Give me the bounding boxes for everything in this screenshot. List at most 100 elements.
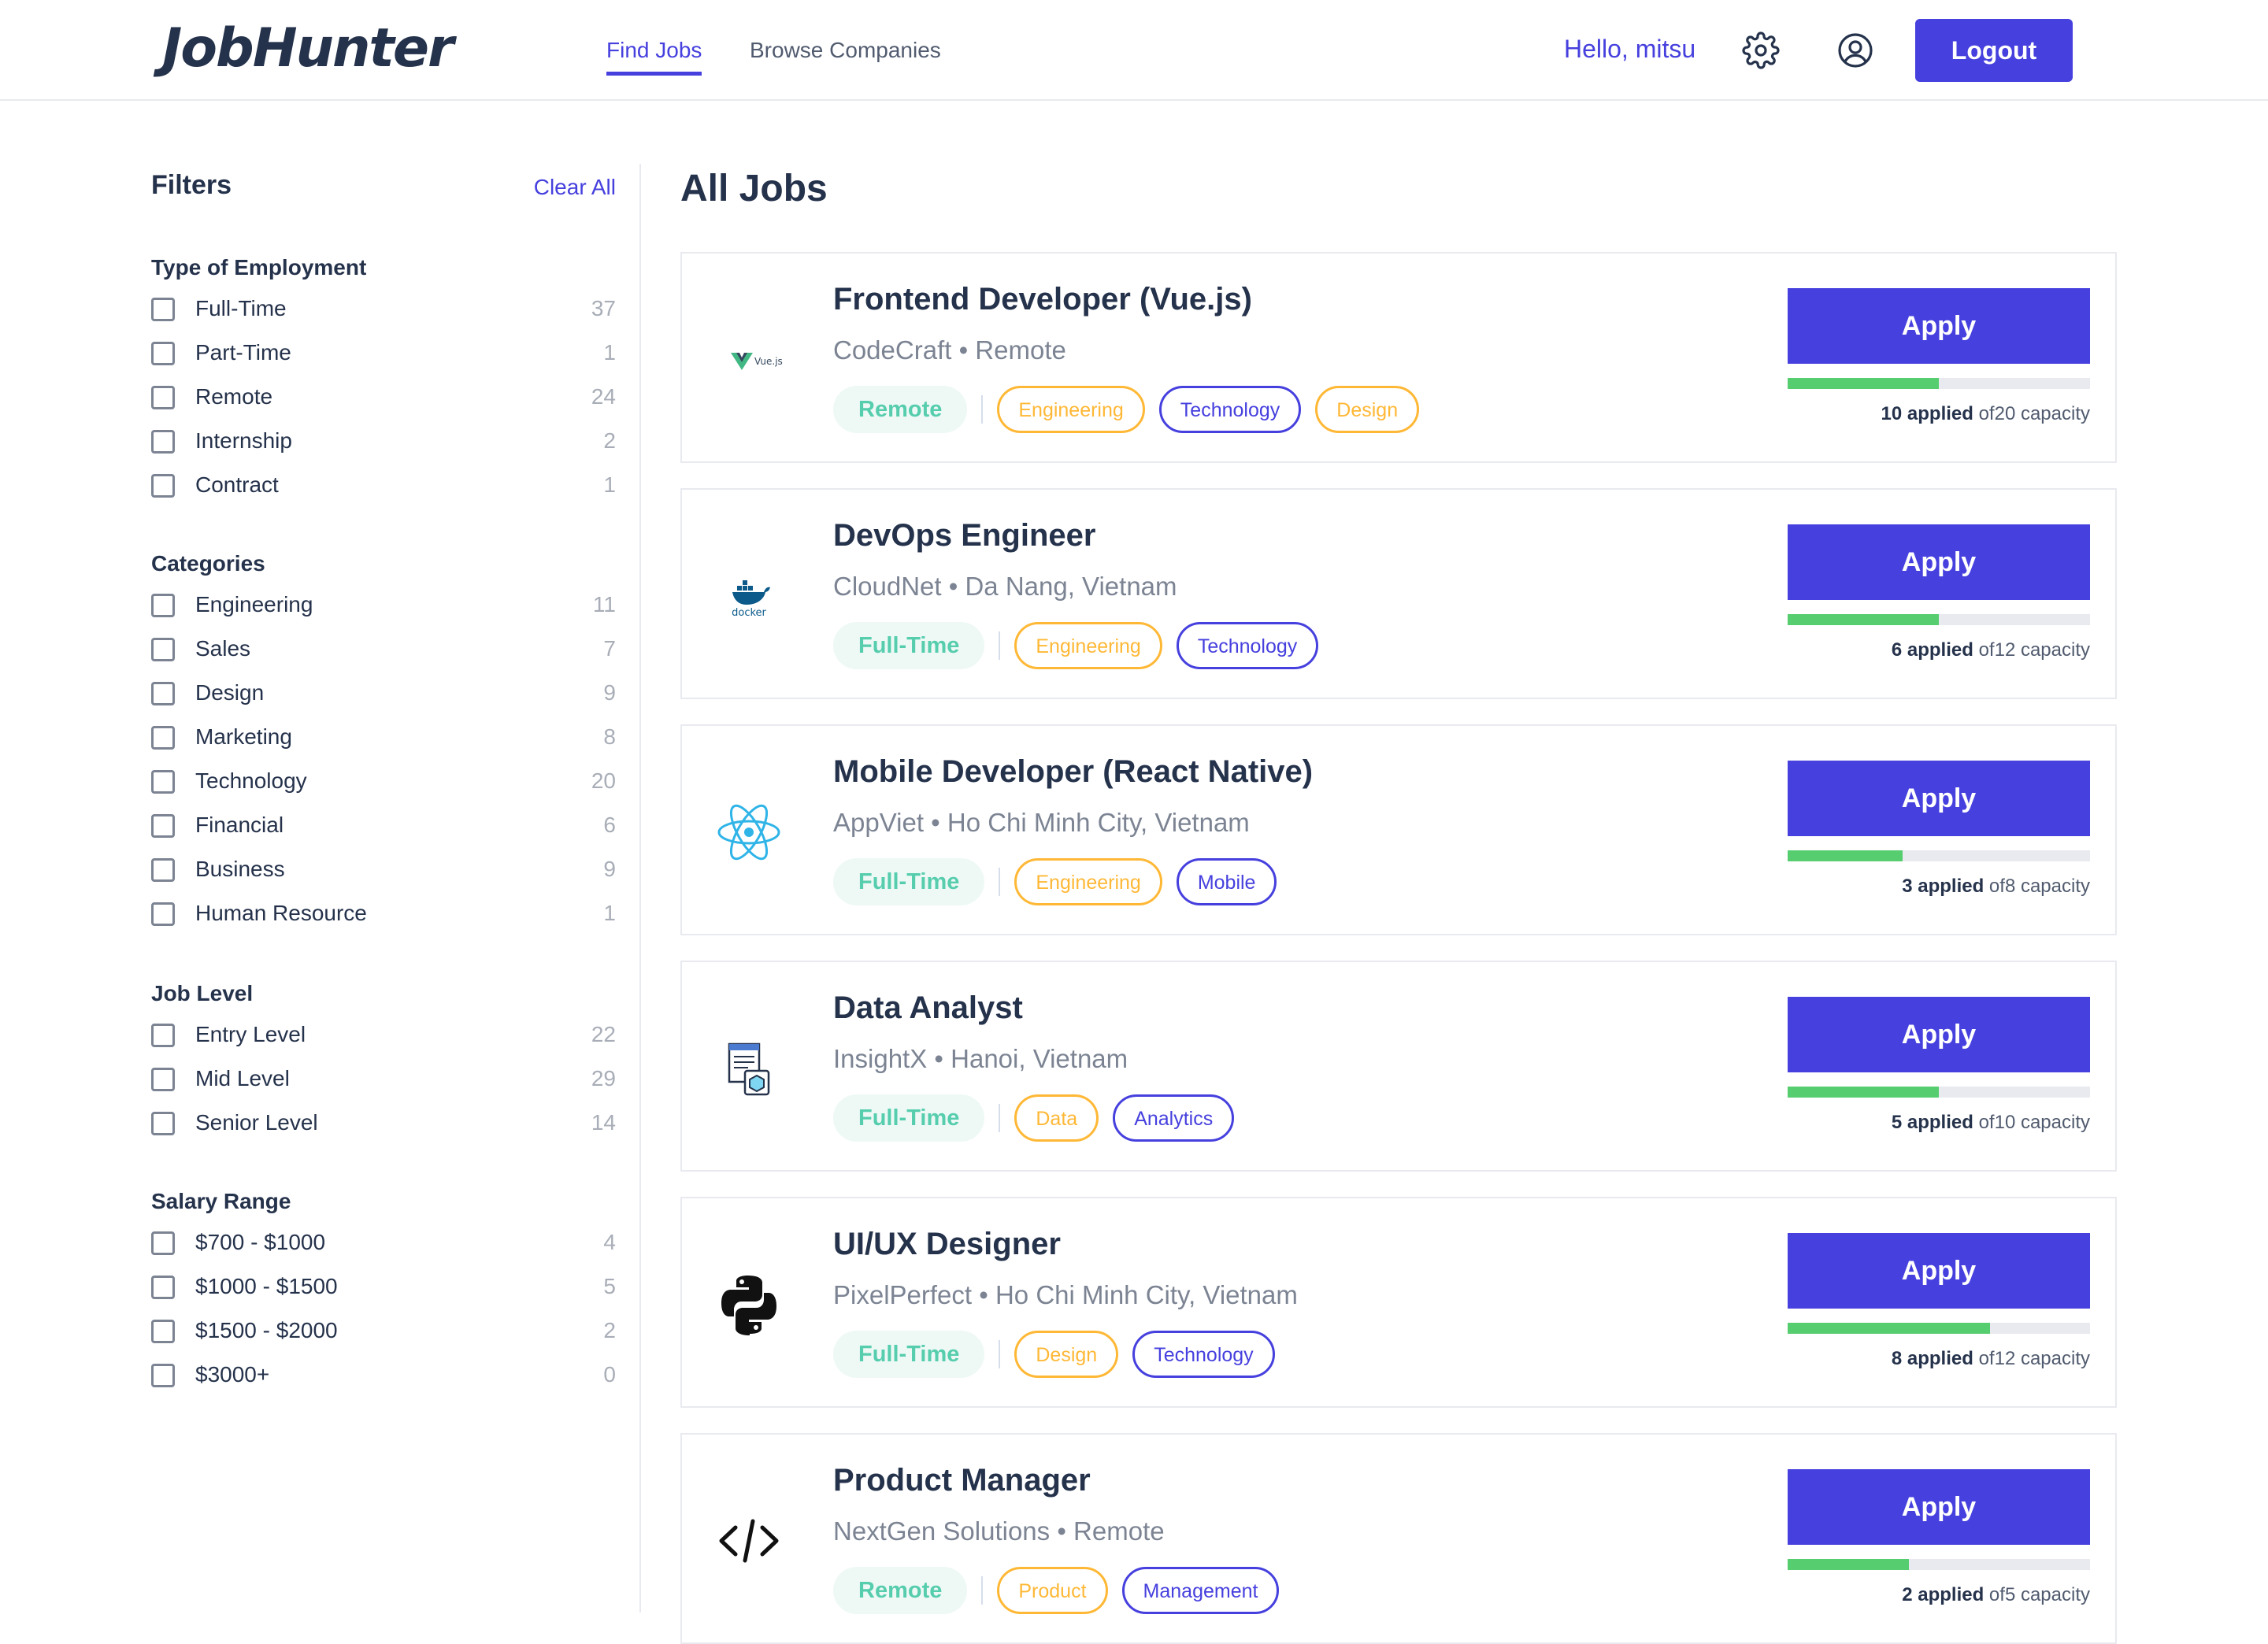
filter-checkbox[interactable]	[151, 430, 175, 454]
nav-browse-companies[interactable]: Browse Companies	[750, 38, 941, 63]
filter-option[interactable]: Sales 7	[151, 633, 616, 668]
capacity-progress-bar	[1788, 378, 2090, 389]
apply-button[interactable]: Apply	[1788, 288, 2090, 364]
job-title[interactable]: Data Analyst	[833, 990, 1023, 1026]
filter-option-count: 2	[603, 1318, 616, 1342]
filter-option[interactable]: Senior Level 14	[151, 1107, 616, 1142]
clear-all-link[interactable]: Clear All	[534, 175, 616, 200]
filter-checkbox[interactable]	[151, 814, 175, 838]
job-card[interactable]: UI/UX Designer PixelPerfect • Ho Chi Minh…	[680, 1197, 2117, 1408]
vue-logo-icon: Vue.js	[713, 324, 784, 395]
employment-type-badge: Remote	[833, 1567, 968, 1614]
filter-option[interactable]: Technology 20	[151, 765, 616, 800]
filter-option[interactable]: Internship 2	[151, 425, 616, 460]
applied-count: 10 applied	[1881, 403, 1973, 424]
filter-option-label: Financial	[195, 813, 284, 837]
filter-checkbox[interactable]	[151, 1320, 175, 1343]
job-title[interactable]: Mobile Developer (React Native)	[833, 754, 1313, 790]
filter-option[interactable]: $700 - $1000 4	[151, 1227, 616, 1261]
filter-checkbox[interactable]	[151, 386, 175, 409]
job-card[interactable]: Vue.js Frontend Developer (Vue.js) CodeCra…	[680, 252, 2117, 463]
filter-checkbox[interactable]	[151, 1276, 175, 1299]
apply-button[interactable]: Apply	[1788, 1233, 2090, 1309]
filter-option[interactable]: $3000+ 0	[151, 1359, 616, 1394]
filter-checkbox[interactable]	[151, 474, 175, 498]
filter-option[interactable]: Marketing 8	[151, 721, 616, 756]
apply-button[interactable]: Apply	[1788, 761, 2090, 836]
filter-option[interactable]: Part-Time 1	[151, 337, 616, 372]
filter-option[interactable]: Entry Level 22	[151, 1019, 616, 1053]
job-tags: Full-Time Data Analytics	[833, 1094, 1248, 1142]
apply-button[interactable]: Apply	[1788, 997, 2090, 1072]
tag-divider	[981, 1576, 984, 1605]
filter-option[interactable]: Human Resource 1	[151, 898, 616, 932]
python-logo-icon	[713, 1269, 784, 1340]
job-title[interactable]: UI/UX Designer	[833, 1227, 1061, 1262]
filter-group-title: Job Level	[151, 981, 254, 1005]
apply-button[interactable]: Apply	[1788, 524, 2090, 600]
filter-checkbox[interactable]	[151, 594, 175, 617]
job-tags: Remote Engineering Technology Design	[833, 386, 1433, 433]
category-tag: Design	[1014, 1331, 1119, 1378]
filter-option-count: 6	[603, 813, 616, 837]
filter-option-label: Senior Level	[195, 1110, 318, 1135]
capacity-total: of12 capacity	[1978, 639, 2090, 661]
filter-option[interactable]: Engineering 11	[151, 589, 616, 624]
job-title[interactable]: DevOps Engineer	[833, 518, 1095, 554]
logout-button[interactable]: Logout	[1915, 19, 2073, 82]
filter-option[interactable]: Contract 1	[151, 469, 616, 504]
filter-option[interactable]: Business 9	[151, 853, 616, 888]
job-company-location: CodeCraft • Remote	[833, 335, 1066, 365]
filter-option[interactable]: Full-Time 37	[151, 293, 616, 328]
job-tags: Full-Time Engineering Mobile	[833, 858, 1291, 905]
filter-checkbox[interactable]	[151, 770, 175, 794]
filter-checkbox[interactable]	[151, 682, 175, 705]
job-company-location: CloudNet • Da Nang, Vietnam	[833, 572, 1177, 601]
filter-option[interactable]: Mid Level 29	[151, 1063, 616, 1098]
nav-find-jobs[interactable]: Find Jobs	[606, 38, 702, 76]
filter-checkbox[interactable]	[151, 858, 175, 882]
job-title[interactable]: Product Manager	[833, 1463, 1091, 1498]
gear-icon[interactable]	[1742, 31, 1780, 69]
user-circle-icon[interactable]	[1836, 31, 1874, 69]
category-tag: Technology	[1158, 386, 1302, 433]
category-tag: Data	[1014, 1094, 1099, 1142]
filter-checkbox[interactable]	[151, 298, 175, 321]
capacity-progress-fill	[1788, 614, 1939, 625]
capacity-text: 8 applied of12 capacity	[1892, 1348, 2090, 1370]
filter-option[interactable]: $1000 - $1500 5	[151, 1271, 616, 1305]
filter-option-label: Remote	[195, 384, 273, 409]
apply-button[interactable]: Apply	[1788, 1469, 2090, 1545]
filter-option-label: Technology	[195, 768, 307, 793]
filter-checkbox[interactable]	[151, 1024, 175, 1047]
category-tag: Engineering	[1014, 858, 1162, 905]
filter-checkbox[interactable]	[151, 638, 175, 661]
job-card[interactable]: docker DevOps Engineer CloudNet • Da Nang,…	[680, 488, 2117, 699]
job-title[interactable]: Frontend Developer (Vue.js)	[833, 282, 1252, 317]
category-tag: Engineering	[997, 386, 1145, 433]
tag-divider	[981, 395, 984, 424]
filter-option-label: Full-Time	[195, 296, 287, 320]
filter-option[interactable]: Financial 6	[151, 809, 616, 844]
job-tags: Full-Time Engineering Technology	[833, 622, 1332, 669]
filter-checkbox[interactable]	[151, 1231, 175, 1255]
filter-checkbox[interactable]	[151, 1364, 175, 1387]
filter-option[interactable]: Design 9	[151, 677, 616, 712]
job-card[interactable]: Data Analyst InsightX • Hanoi, Vietnam Ful…	[680, 961, 2117, 1172]
filter-checkbox[interactable]	[151, 1112, 175, 1135]
filter-option[interactable]: $1500 - $2000 2	[151, 1315, 616, 1350]
filter-checkbox[interactable]	[151, 342, 175, 365]
filter-option[interactable]: Remote 24	[151, 381, 616, 416]
tag-divider	[999, 1340, 1001, 1368]
app-logo[interactable]: JobHunter	[162, 17, 454, 80]
job-card[interactable]: Mobile Developer (React Native) AppViet •…	[680, 724, 2117, 935]
filter-checkbox[interactable]	[151, 1068, 175, 1091]
filter-checkbox[interactable]	[151, 726, 175, 750]
filter-option-count: 1	[603, 901, 616, 925]
capacity-progress-fill	[1788, 850, 1903, 861]
capacity-text: 10 applied of20 capacity	[1881, 403, 2090, 425]
filter-option-count: 1	[603, 472, 616, 497]
filter-option-count: 24	[591, 384, 616, 409]
filter-option-label: $1500 - $2000	[195, 1318, 338, 1342]
filter-checkbox[interactable]	[151, 902, 175, 926]
